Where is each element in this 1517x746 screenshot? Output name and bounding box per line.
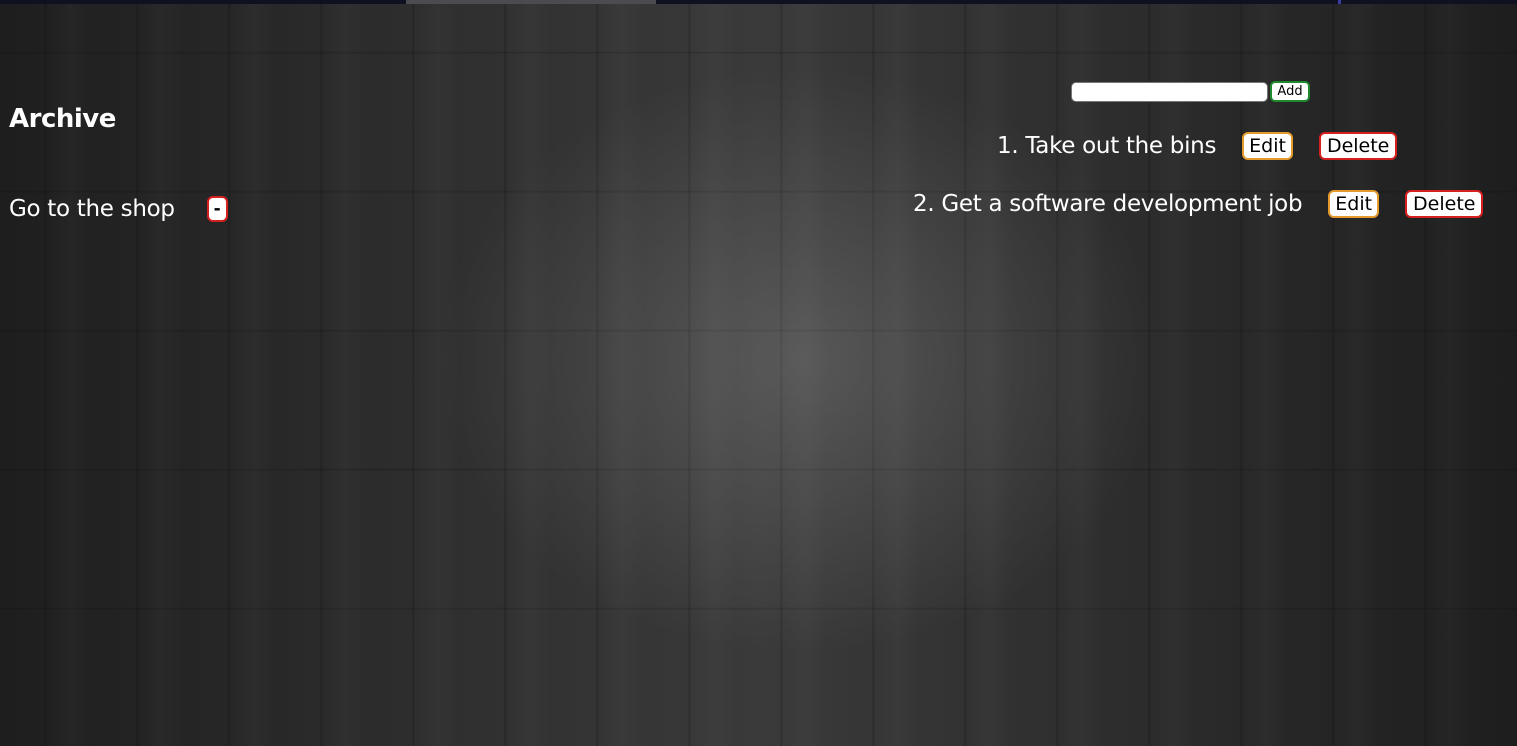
new-todo-input[interactable] bbox=[1071, 81, 1268, 102]
archive-item: Go to the shop - bbox=[9, 196, 228, 222]
add-button[interactable]: Add bbox=[1270, 81, 1310, 102]
archive-title: Archive bbox=[9, 104, 116, 134]
todo-item: 2. Get a software development job Edit D… bbox=[913, 190, 1484, 218]
delete-button[interactable]: Delete bbox=[1318, 132, 1398, 160]
top-strip-segment bbox=[406, 0, 656, 4]
todo-item: 1. Take out the bins Edit Delete bbox=[997, 132, 1398, 160]
edit-button[interactable]: Edit bbox=[1328, 190, 1380, 218]
top-strip-marker bbox=[1338, 0, 1341, 4]
delete-button[interactable]: Delete bbox=[1405, 190, 1484, 218]
browser-top-strip bbox=[0, 0, 1517, 4]
archive-item-label: Go to the shop bbox=[9, 196, 175, 222]
add-todo-form: Add bbox=[1071, 81, 1310, 102]
unarchive-button[interactable]: - bbox=[206, 196, 228, 222]
edit-button[interactable]: Edit bbox=[1242, 132, 1293, 160]
todo-item-label: 2. Get a software development job bbox=[913, 191, 1303, 217]
todo-item-label: 1. Take out the bins bbox=[997, 133, 1217, 159]
